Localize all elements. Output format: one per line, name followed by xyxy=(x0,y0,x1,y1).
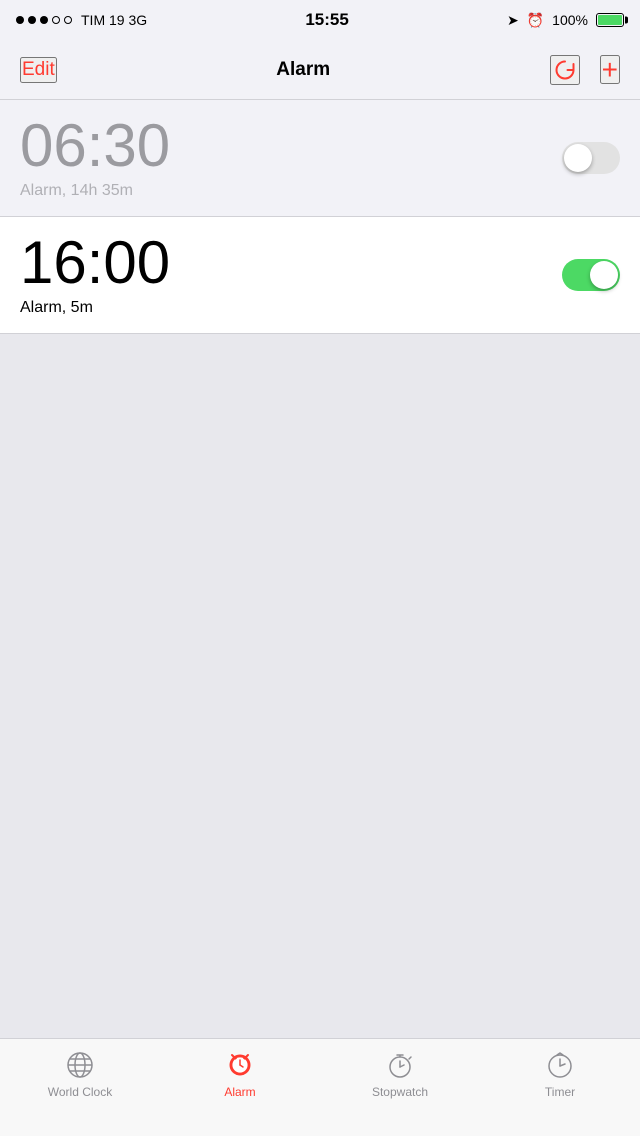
timer-icon xyxy=(544,1049,576,1081)
alarm-item-left-2: 16:00 Alarm, 5m xyxy=(20,233,170,317)
timer-label: Timer xyxy=(545,1085,575,1099)
toggle-knob-1 xyxy=(564,144,592,172)
alarm-label-1: Alarm, 14h 35m xyxy=(20,182,170,200)
alarm-label-2: Alarm, 5m xyxy=(20,299,170,317)
battery-icon-container xyxy=(596,13,624,27)
tab-bar: World Clock Alarm xyxy=(0,1038,640,1136)
battery-icon xyxy=(596,13,624,27)
toggle-knob-2 xyxy=(590,261,618,289)
signal-dots xyxy=(16,16,72,24)
battery-fill xyxy=(598,15,622,25)
stopwatch-icon xyxy=(384,1049,416,1081)
status-left: TIM 19 3G xyxy=(16,12,147,28)
refresh-icon xyxy=(552,57,578,83)
tab-timer[interactable]: Timer xyxy=(480,1049,640,1099)
alarm-item-1[interactable]: 06:30 Alarm, 14h 35m xyxy=(0,100,640,217)
alarm-toggle-2[interactable] xyxy=(562,259,620,291)
main-content: 06:30 Alarm, 14h 35m 16:00 Alarm, 5m xyxy=(0,100,640,1038)
nav-bar: Edit Alarm + xyxy=(0,40,640,100)
battery-percent: 100% xyxy=(552,12,588,28)
location-icon: ➤ xyxy=(507,12,519,29)
tab-alarm[interactable]: Alarm xyxy=(160,1049,320,1099)
alarm-item-left-1: 06:30 Alarm, 14h 35m xyxy=(20,116,170,200)
alarm-item-2[interactable]: 16:00 Alarm, 5m xyxy=(0,217,640,334)
plus-icon: + xyxy=(602,54,618,85)
tab-stopwatch[interactable]: Stopwatch xyxy=(320,1049,480,1099)
refresh-button[interactable] xyxy=(550,55,580,85)
alarm-tab-icon xyxy=(224,1049,256,1081)
stopwatch-label: Stopwatch xyxy=(372,1085,428,1099)
alarm-time-2: 16:00 xyxy=(20,233,170,293)
edit-button[interactable]: Edit xyxy=(20,57,57,83)
world-clock-label: World Clock xyxy=(48,1085,112,1099)
alarm-toggle-1[interactable] xyxy=(562,142,620,174)
world-clock-icon xyxy=(64,1049,96,1081)
add-button[interactable]: + xyxy=(600,55,620,84)
alarm-status-icon: ⏰ xyxy=(527,12,544,29)
status-bar: TIM 19 3G 15:55 ➤ ⏰ 100% xyxy=(0,0,640,40)
nav-actions: + xyxy=(550,55,620,85)
carrier-label: TIM 19 3G xyxy=(81,12,147,28)
status-right: ➤ ⏰ 100% xyxy=(507,12,624,29)
tab-world-clock[interactable]: World Clock xyxy=(0,1049,160,1099)
nav-title: Alarm xyxy=(276,59,330,81)
time-display: 15:55 xyxy=(305,10,348,30)
alarm-time-1: 06:30 xyxy=(20,116,170,176)
alarm-tab-label: Alarm xyxy=(224,1085,255,1099)
